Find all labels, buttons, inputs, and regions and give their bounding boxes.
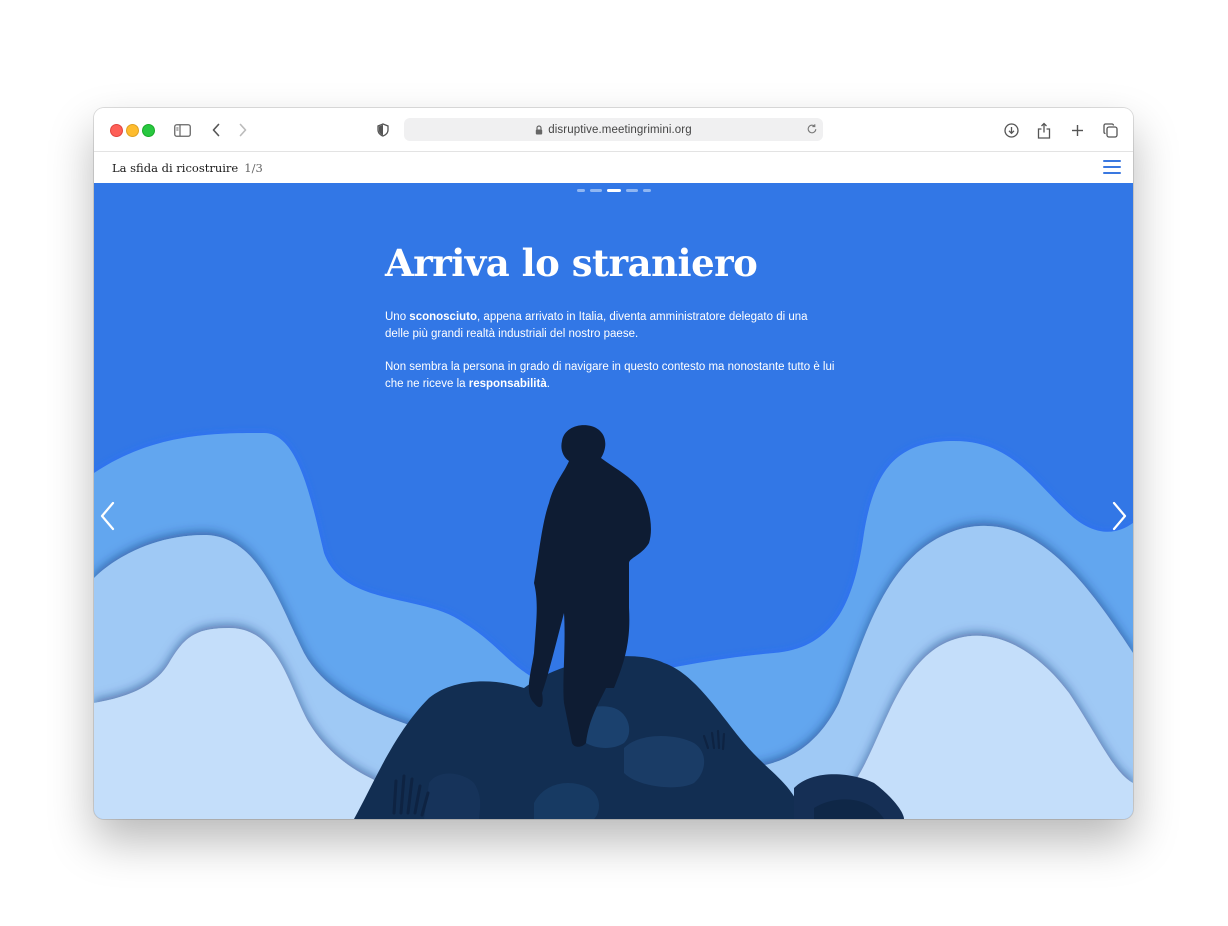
- share-icon[interactable]: [1033, 119, 1055, 141]
- pagination-dot-3-active[interactable]: [606, 189, 621, 192]
- forward-icon[interactable]: [232, 119, 254, 141]
- p2-text-c: .: [546, 378, 550, 390]
- pagination-dot-1[interactable]: [576, 189, 585, 192]
- reload-icon[interactable]: [805, 122, 819, 139]
- close-window-button[interactable]: [110, 124, 123, 137]
- slide-paragraph-2: Non sembra la persona in grado di naviga…: [385, 359, 835, 393]
- lock-icon: [535, 124, 543, 135]
- address-bar[interactable]: disruptive.meetingrimini.org: [404, 118, 823, 141]
- slide-pagination: [94, 189, 1133, 192]
- slide-stage: Arriva lo straniero Uno sconosciuto, app…: [94, 183, 1133, 819]
- download-icon[interactable]: [1000, 119, 1022, 141]
- privacy-shield-icon[interactable]: [372, 119, 394, 141]
- pagination-dot-5[interactable]: [642, 189, 651, 192]
- previous-slide-arrow-icon[interactable]: [97, 500, 119, 532]
- new-tab-icon[interactable]: [1066, 119, 1088, 141]
- p1-bold-word: sconosciuto: [409, 311, 478, 323]
- tabs-overview-icon[interactable]: [1099, 119, 1121, 141]
- sidebar-icon[interactable]: [171, 119, 193, 141]
- pagination-dot-2[interactable]: [589, 189, 602, 192]
- back-icon[interactable]: [205, 119, 227, 141]
- browser-window: disruptive.meetingrimini.org La sfida di…: [94, 108, 1133, 819]
- hamburger-menu-icon[interactable]: [1103, 160, 1121, 175]
- site-title-text: La sfida di ricostruire: [112, 161, 239, 175]
- slide-paragraph-1: Uno sconosciuto, appena arrivato in Ital…: [385, 309, 835, 343]
- site-title[interactable]: La sfida di ricostruire 1/3: [112, 161, 263, 175]
- page-counter: 1/3: [244, 161, 263, 175]
- browser-toolbar: disruptive.meetingrimini.org: [94, 108, 1133, 152]
- minimize-window-button[interactable]: [126, 124, 139, 137]
- zoom-window-button[interactable]: [142, 124, 155, 137]
- pagination-dot-4[interactable]: [625, 189, 638, 192]
- next-slide-arrow-icon[interactable]: [1108, 500, 1130, 532]
- slide-headline: Arriva lo straniero: [385, 241, 758, 285]
- p2-bold-word: responsabilità: [468, 378, 547, 390]
- site-header: La sfida di ricostruire 1/3: [94, 152, 1133, 183]
- p2-text-a: Non sembra la persona in grado di naviga…: [385, 361, 835, 390]
- p1-text-a: Uno: [385, 311, 410, 323]
- url-text: disruptive.meetingrimini.org: [548, 123, 692, 136]
